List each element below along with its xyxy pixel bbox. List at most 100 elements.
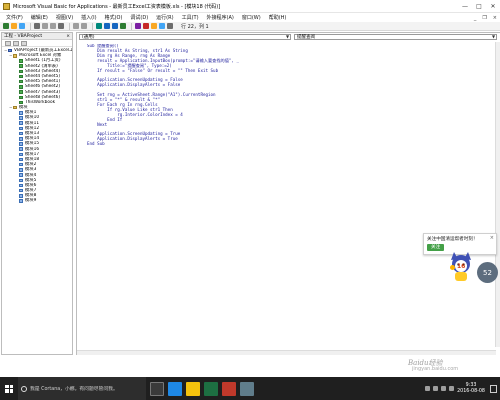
tree-node-label: 模块9 <box>25 198 37 204</box>
follow-button[interactable]: 关注 <box>427 244 445 251</box>
toggle-folders-icon[interactable] <box>21 40 27 46</box>
vertical-scrollbar[interactable] <box>495 42 500 347</box>
object-browser-icon[interactable] <box>151 23 157 29</box>
project-explorer-icon[interactable] <box>135 23 141 29</box>
clock-date: 2016-08-08 <box>457 388 485 394</box>
windows-logo-icon <box>5 384 13 393</box>
project-explorer: 工程 - VBAProject × − VBAProject (最新员工Excel… <box>1 32 73 355</box>
toolbox-icon[interactable] <box>159 23 165 29</box>
module-icon <box>19 194 23 198</box>
cortana-search-text: 我是 Cortana，小娜。有问题尽管问我。 <box>30 387 118 392</box>
project-tree: −VBAProject (最新员工Excel工资表模板.xls)−Microso… <box>2 47 72 204</box>
undo-icon[interactable] <box>73 23 79 29</box>
break-icon[interactable] <box>104 23 110 29</box>
code-window: (通用) ▼ 提醒查阅 ▼ Sub 提醒查阅() Dim result As S… <box>76 32 500 355</box>
module-icon <box>19 131 23 136</box>
menu-addins[interactable]: 外接程序(A) <box>203 14 238 21</box>
taskbar-apps <box>146 381 254 396</box>
network-icon[interactable] <box>433 386 439 391</box>
reset-icon[interactable] <box>112 23 118 29</box>
file-explorer-icon[interactable] <box>186 381 200 396</box>
module-icon <box>19 121 23 125</box>
menu-insert[interactable]: 插入(I) <box>77 14 100 21</box>
watermark-url: jingyan.baidu.com <box>412 366 459 372</box>
start-button[interactable] <box>0 377 18 400</box>
object-combo[interactable]: (通用) ▼ <box>79 34 291 40</box>
find-icon[interactable] <box>58 23 64 29</box>
minimize-button[interactable]: — <box>458 0 472 13</box>
menu-run[interactable]: 运行(R) <box>152 14 177 21</box>
module-icon <box>19 188 23 193</box>
menu-debug[interactable]: 调试(D) <box>126 14 152 21</box>
redo-icon[interactable] <box>81 23 87 29</box>
worksheet-icon <box>19 100 23 105</box>
menu-format[interactable]: 格式(O) <box>101 14 127 21</box>
horizontal-scrollbar[interactable] <box>77 350 496 355</box>
chevron-up-icon[interactable] <box>425 386 431 391</box>
folder-icon <box>13 54 17 58</box>
code-combos: (通用) ▼ 提醒查阅 ▼ <box>77 33 500 41</box>
menu-edit[interactable]: 编辑(E) <box>27 14 52 21</box>
view-object-icon[interactable] <box>13 40 19 46</box>
close-button[interactable]: ✕ <box>486 0 500 13</box>
mdi-close-button[interactable]: × <box>490 15 500 21</box>
worksheet-icon <box>19 85 23 89</box>
menu-file[interactable]: 文件(F) <box>2 14 27 21</box>
module-icon <box>19 173 23 177</box>
module-icon <box>19 162 23 167</box>
tree-node-label: ThisWorkbook <box>25 99 56 105</box>
procedure-combo[interactable]: 提醒查阅 ▼ <box>294 34 497 40</box>
notification-icon[interactable] <box>490 384 497 393</box>
app-icon[interactable] <box>222 381 236 396</box>
mdi-minimize-button[interactable]: _ <box>471 15 480 21</box>
run-icon[interactable] <box>96 23 102 29</box>
project-explorer-close-button[interactable]: × <box>66 34 70 39</box>
cortana-icon <box>21 385 27 392</box>
menu-help[interactable]: 帮助(H) <box>265 14 291 21</box>
insert-module-icon[interactable] <box>11 23 17 29</box>
paste-icon[interactable] <box>50 23 56 29</box>
save-icon[interactable] <box>19 23 25 29</box>
menu-view[interactable]: 视图(V) <box>52 14 77 21</box>
module-icon <box>19 152 23 157</box>
input-method-icon[interactable] <box>449 386 455 391</box>
worksheet-icon <box>19 95 23 100</box>
chevron-down-icon: ▼ <box>285 34 290 39</box>
taskbar: 我是 Cortana，小娜。有问题尽管问我。 9:33 2016-08-08 <box>0 377 500 400</box>
chevron-down-icon: ▼ <box>491 34 496 39</box>
excel-icon[interactable] <box>204 381 218 396</box>
standard-toolbar: 行 22，列 1 <box>0 22 500 31</box>
coin-icon <box>450 265 455 270</box>
task-view-icon[interactable] <box>150 381 164 396</box>
object-combo-value: (通用) <box>82 35 95 40</box>
maximize-button[interactable]: □ <box>472 0 486 13</box>
view-code-icon[interactable] <box>5 40 11 46</box>
menu-tools[interactable]: 工具(T) <box>178 14 203 21</box>
popup-message: 关注中国清运帮者时刻！ <box>427 237 478 242</box>
folder-icon <box>13 105 17 110</box>
module-icon <box>19 116 23 120</box>
cortana-search-box[interactable]: 我是 Cortana，小娜。有问题尽管问我。 <box>18 377 146 400</box>
clock[interactable]: 9:33 2016-08-08 <box>457 383 485 394</box>
tree-node[interactable]: 模块9 <box>4 198 72 203</box>
volume-icon[interactable] <box>441 386 447 391</box>
worksheet-icon <box>19 59 23 63</box>
copy-icon[interactable] <box>42 23 48 29</box>
mdi-restore-button[interactable]: ❐ <box>479 15 489 21</box>
cut-icon[interactable] <box>34 23 40 29</box>
view-excel-icon[interactable] <box>3 23 9 29</box>
menu-bar: 文件(F) 编辑(E) 视图(V) 插入(I) 格式(O) 调试(D) 运行(R… <box>0 13 500 22</box>
code-editor[interactable]: Sub 提醒查阅() Dim result As String, str1 As… <box>87 44 492 349</box>
module-icon <box>19 178 23 183</box>
design-mode-icon[interactable] <box>120 23 126 29</box>
edge-icon[interactable] <box>168 381 182 396</box>
menu-window[interactable]: 窗口(W) <box>238 14 265 21</box>
likes-count: 16 <box>457 263 466 270</box>
popup-close-button[interactable]: × <box>490 235 494 241</box>
properties-icon[interactable] <box>143 23 149 29</box>
worksheet-icon <box>19 64 23 68</box>
count-bubble[interactable]: 52 <box>477 262 498 283</box>
project-explorer-header: 工程 - VBAProject × <box>2 33 72 40</box>
vba-editor-icon[interactable] <box>240 381 254 396</box>
help-icon[interactable] <box>167 23 173 29</box>
